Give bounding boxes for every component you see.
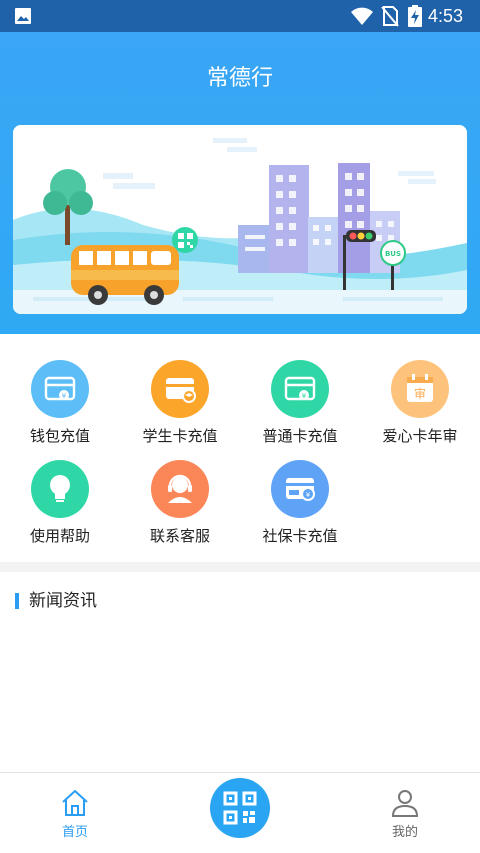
lightbulb-icon xyxy=(31,460,89,518)
menu-label: 爱心卡年审 xyxy=(382,427,458,445)
menu-help[interactable]: 使用帮助 xyxy=(0,434,120,545)
page-title: 常德行 xyxy=(206,66,273,91)
menu-label: 联系客服 xyxy=(149,527,210,545)
menu-customer-service[interactable]: 联系客服 xyxy=(120,434,240,545)
news-section-header: 新闻资讯 xyxy=(0,572,480,628)
news-title: 新闻资讯 xyxy=(29,591,97,611)
menu-regular-card-recharge[interactable]: ¥ 普通卡充值 xyxy=(240,334,360,445)
no-sim-icon xyxy=(381,6,399,27)
menu-love-card-annual-review[interactable]: 审 爱心卡年审 xyxy=(360,334,480,445)
menu-student-card-recharge[interactable]: 学生卡充值 xyxy=(120,334,240,445)
regular-card-icon: ¥ xyxy=(271,360,329,418)
gallery-icon xyxy=(15,8,31,24)
wallet-card-icon: ¥ xyxy=(31,360,89,418)
banner-illustration: BUS xyxy=(13,125,467,314)
annual-review-icon: 审 xyxy=(391,360,449,418)
svg-text:¥: ¥ xyxy=(306,491,311,499)
svg-text:¥: ¥ xyxy=(62,392,67,400)
tab-home[interactable]: 首页 xyxy=(15,773,135,853)
tab-home-label: 首页 xyxy=(61,825,88,840)
svg-text:¥: ¥ xyxy=(302,392,307,400)
scan-qr-button[interactable] xyxy=(210,778,270,838)
wifi-icon xyxy=(351,7,373,25)
header: 常德行 BUS xyxy=(0,32,480,334)
section-accent-bar xyxy=(15,593,19,609)
battery-charging-icon xyxy=(408,5,422,27)
review-char: 审 xyxy=(414,386,426,401)
social-security-card-icon: ¥ xyxy=(271,460,329,518)
menu-label: 使用帮助 xyxy=(29,527,90,545)
function-menu: ¥ 钱包充值 学生卡充值 ¥ 普通卡充值 审 爱心卡年审 使用帮助 联系客服 ¥… xyxy=(0,334,480,562)
customer-service-icon xyxy=(151,460,209,518)
tab-mine-label: 我的 xyxy=(391,825,418,840)
qr-code-icon xyxy=(223,791,257,825)
tab-mine[interactable]: 我的 xyxy=(345,773,465,853)
menu-social-security-card-recharge[interactable]: ¥ 社保卡充值 xyxy=(240,434,360,545)
student-card-icon xyxy=(151,360,209,418)
home-icon xyxy=(62,790,88,816)
menu-label: 社保卡充值 xyxy=(262,527,338,545)
status-bar: 4:53 xyxy=(0,0,480,32)
banner[interactable]: BUS xyxy=(13,125,467,314)
section-divider xyxy=(0,562,480,572)
status-time: 4:53 xyxy=(428,6,464,26)
bus-stop-sign: BUS xyxy=(385,250,401,258)
person-icon xyxy=(391,790,419,817)
menu-wallet-recharge[interactable]: ¥ 钱包充值 xyxy=(0,334,120,445)
